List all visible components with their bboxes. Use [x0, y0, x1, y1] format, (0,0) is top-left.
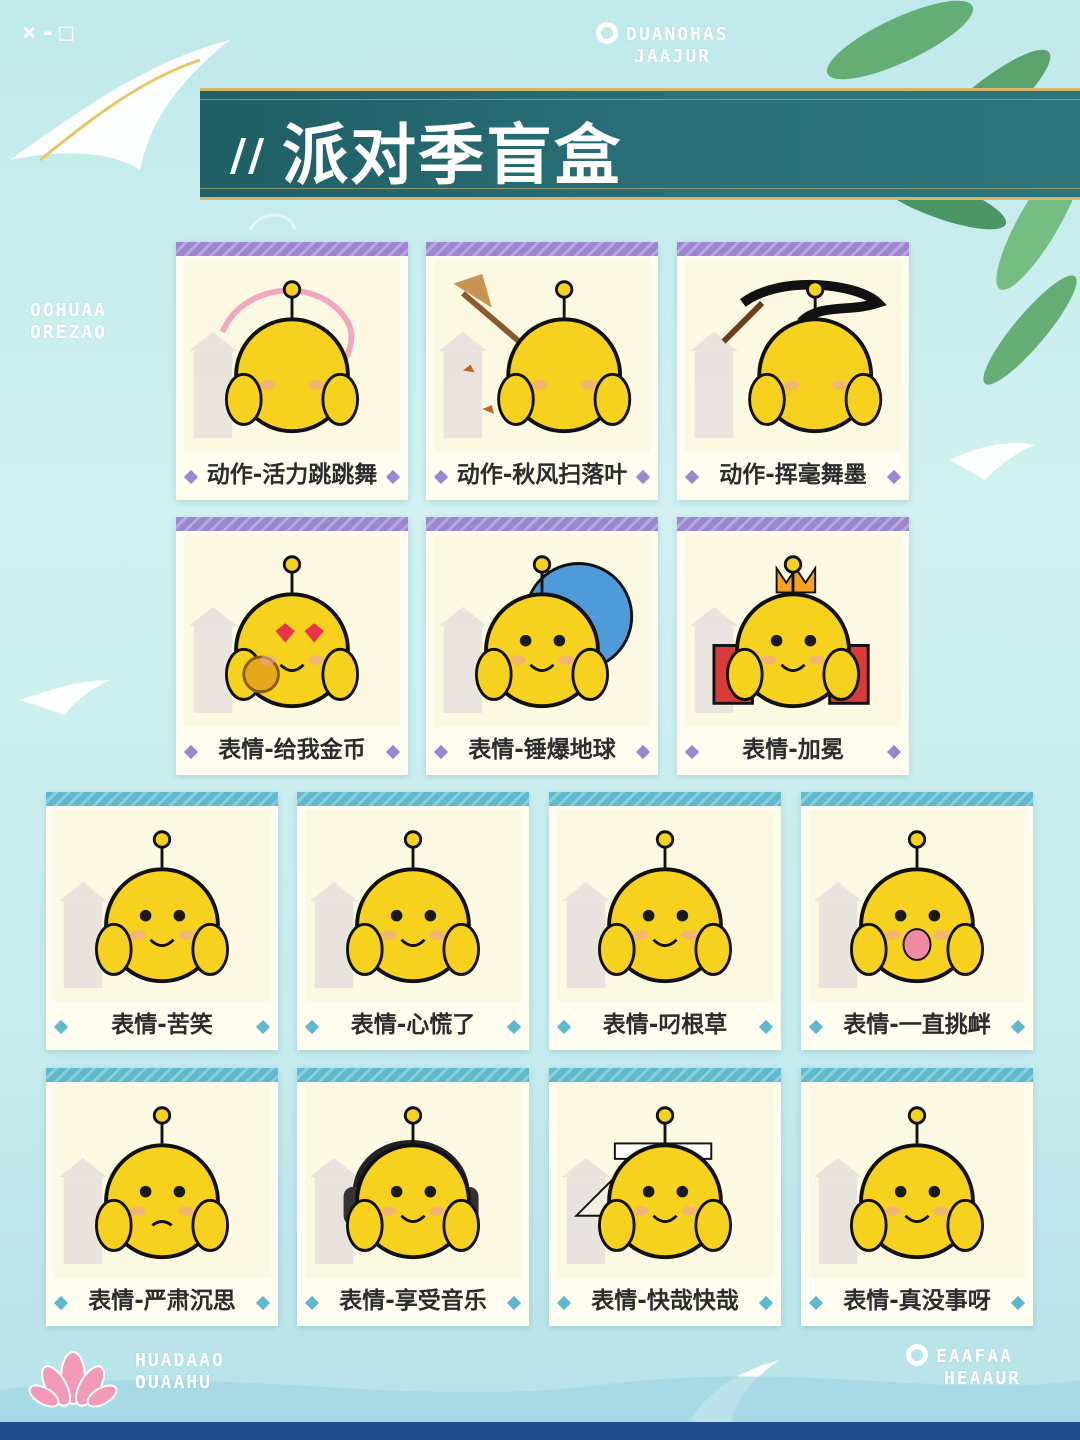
card-caption: 表情-给我金币 — [218, 737, 366, 763]
blind-box-card[interactable]: 动作-活力跳跳舞 — [176, 242, 408, 500]
card-header-band — [801, 1068, 1033, 1082]
brush-ink-mascot-icon — [685, 260, 901, 452]
nervous-mascot-icon — [305, 810, 521, 1002]
card-header-band — [297, 792, 529, 806]
window-controls-mark: ×-□ — [22, 18, 78, 46]
card-header-band — [46, 1068, 278, 1082]
blind-box-card[interactable]: 动作-秋风扫落叶 — [426, 242, 658, 500]
card-caption: 动作-活力跳跳舞 — [206, 462, 378, 488]
blind-box-card[interactable]: 表情-加冕 — [677, 517, 909, 775]
blind-box-card[interactable]: 表情-心慌了 — [297, 792, 529, 1050]
card-caption: 动作-挥毫舞墨 — [719, 462, 867, 488]
crown-mascot-icon — [685, 535, 901, 727]
card-caption: 表情-锤爆地球 — [468, 737, 616, 763]
brand-logo-top-right: DUANOHAS JAAJUR — [596, 22, 729, 68]
brand-logo-left: OOHUAA OREZAO — [30, 300, 108, 343]
ring-icon — [906, 1344, 928, 1366]
blind-box-card[interactable]: 表情-严肃沉思 — [46, 1068, 278, 1326]
card-header-band — [549, 792, 781, 806]
crying-laugh-mascot-icon — [54, 810, 270, 1002]
blind-box-card[interactable]: 表情-给我金币 — [176, 517, 408, 775]
card-header-band — [46, 792, 278, 806]
card-header-band — [677, 517, 909, 531]
card-caption: 表情-严肃沉思 — [88, 1288, 236, 1314]
serious-mascot-icon — [54, 1086, 270, 1278]
card-caption: 表情-叼根草 — [602, 1012, 728, 1038]
blind-box-card[interactable]: 表情-享受音乐 — [297, 1068, 529, 1326]
card-header-band — [297, 1068, 529, 1082]
card-caption: 动作-秋风扫落叶 — [456, 462, 628, 488]
card-caption: 表情-快哉快哉 — [591, 1288, 739, 1314]
fan-headband-mascot-icon — [557, 1086, 773, 1278]
blind-box-card[interactable]: 动作-挥毫舞墨 — [677, 242, 909, 500]
card-caption: 表情-一直挑衅 — [843, 1012, 991, 1038]
blind-box-card[interactable]: 表情-叼根草 — [549, 792, 781, 1050]
blind-box-card[interactable]: 表情-锤爆地球 — [426, 517, 658, 775]
headphones-mascot-icon — [305, 1086, 521, 1278]
ring-icon — [596, 22, 618, 44]
lotus-icon — [28, 1351, 118, 1408]
ribbon-dance-mascot-icon — [184, 260, 400, 452]
grass-mascot-icon — [557, 810, 773, 1002]
bruised-smile-mascot-icon — [809, 1086, 1025, 1278]
card-header-band — [801, 792, 1033, 806]
card-caption: 表情-加冕 — [742, 737, 844, 763]
brand-logo-bottom-left: HUADAAO OUAAHU — [135, 1350, 225, 1393]
brand-logo-bottom-right: EAAFAA HEAAUR — [906, 1344, 1021, 1390]
card-caption: 表情-心慌了 — [350, 1012, 476, 1038]
page-title: //派对季盲盒 — [230, 117, 623, 194]
footer-bar — [0, 1422, 1080, 1440]
blind-box-card[interactable]: 表情-一直挑衅 — [801, 792, 1033, 1050]
blind-box-card[interactable]: 表情-苦笑 — [46, 792, 278, 1050]
blind-box-card[interactable]: 表情-快哉快哉 — [549, 1068, 781, 1326]
card-caption: 表情-真没事呀 — [843, 1288, 991, 1314]
card-header-band — [549, 1068, 781, 1082]
card-caption: 表情-苦笑 — [111, 1012, 213, 1038]
card-header-band — [426, 517, 658, 531]
smash-earth-mascot-icon — [434, 535, 650, 727]
broom-leaves-mascot-icon — [434, 260, 650, 452]
blind-box-card[interactable]: 表情-真没事呀 — [801, 1068, 1033, 1326]
card-caption: 表情-享受音乐 — [339, 1288, 487, 1314]
heart-eyes-coin-mascot-icon — [184, 535, 400, 727]
tongue-out-mascot-icon — [809, 810, 1025, 1002]
card-header-band — [176, 517, 408, 531]
card-header-band — [677, 242, 909, 256]
card-header-band — [176, 242, 408, 256]
card-header-band — [426, 242, 658, 256]
